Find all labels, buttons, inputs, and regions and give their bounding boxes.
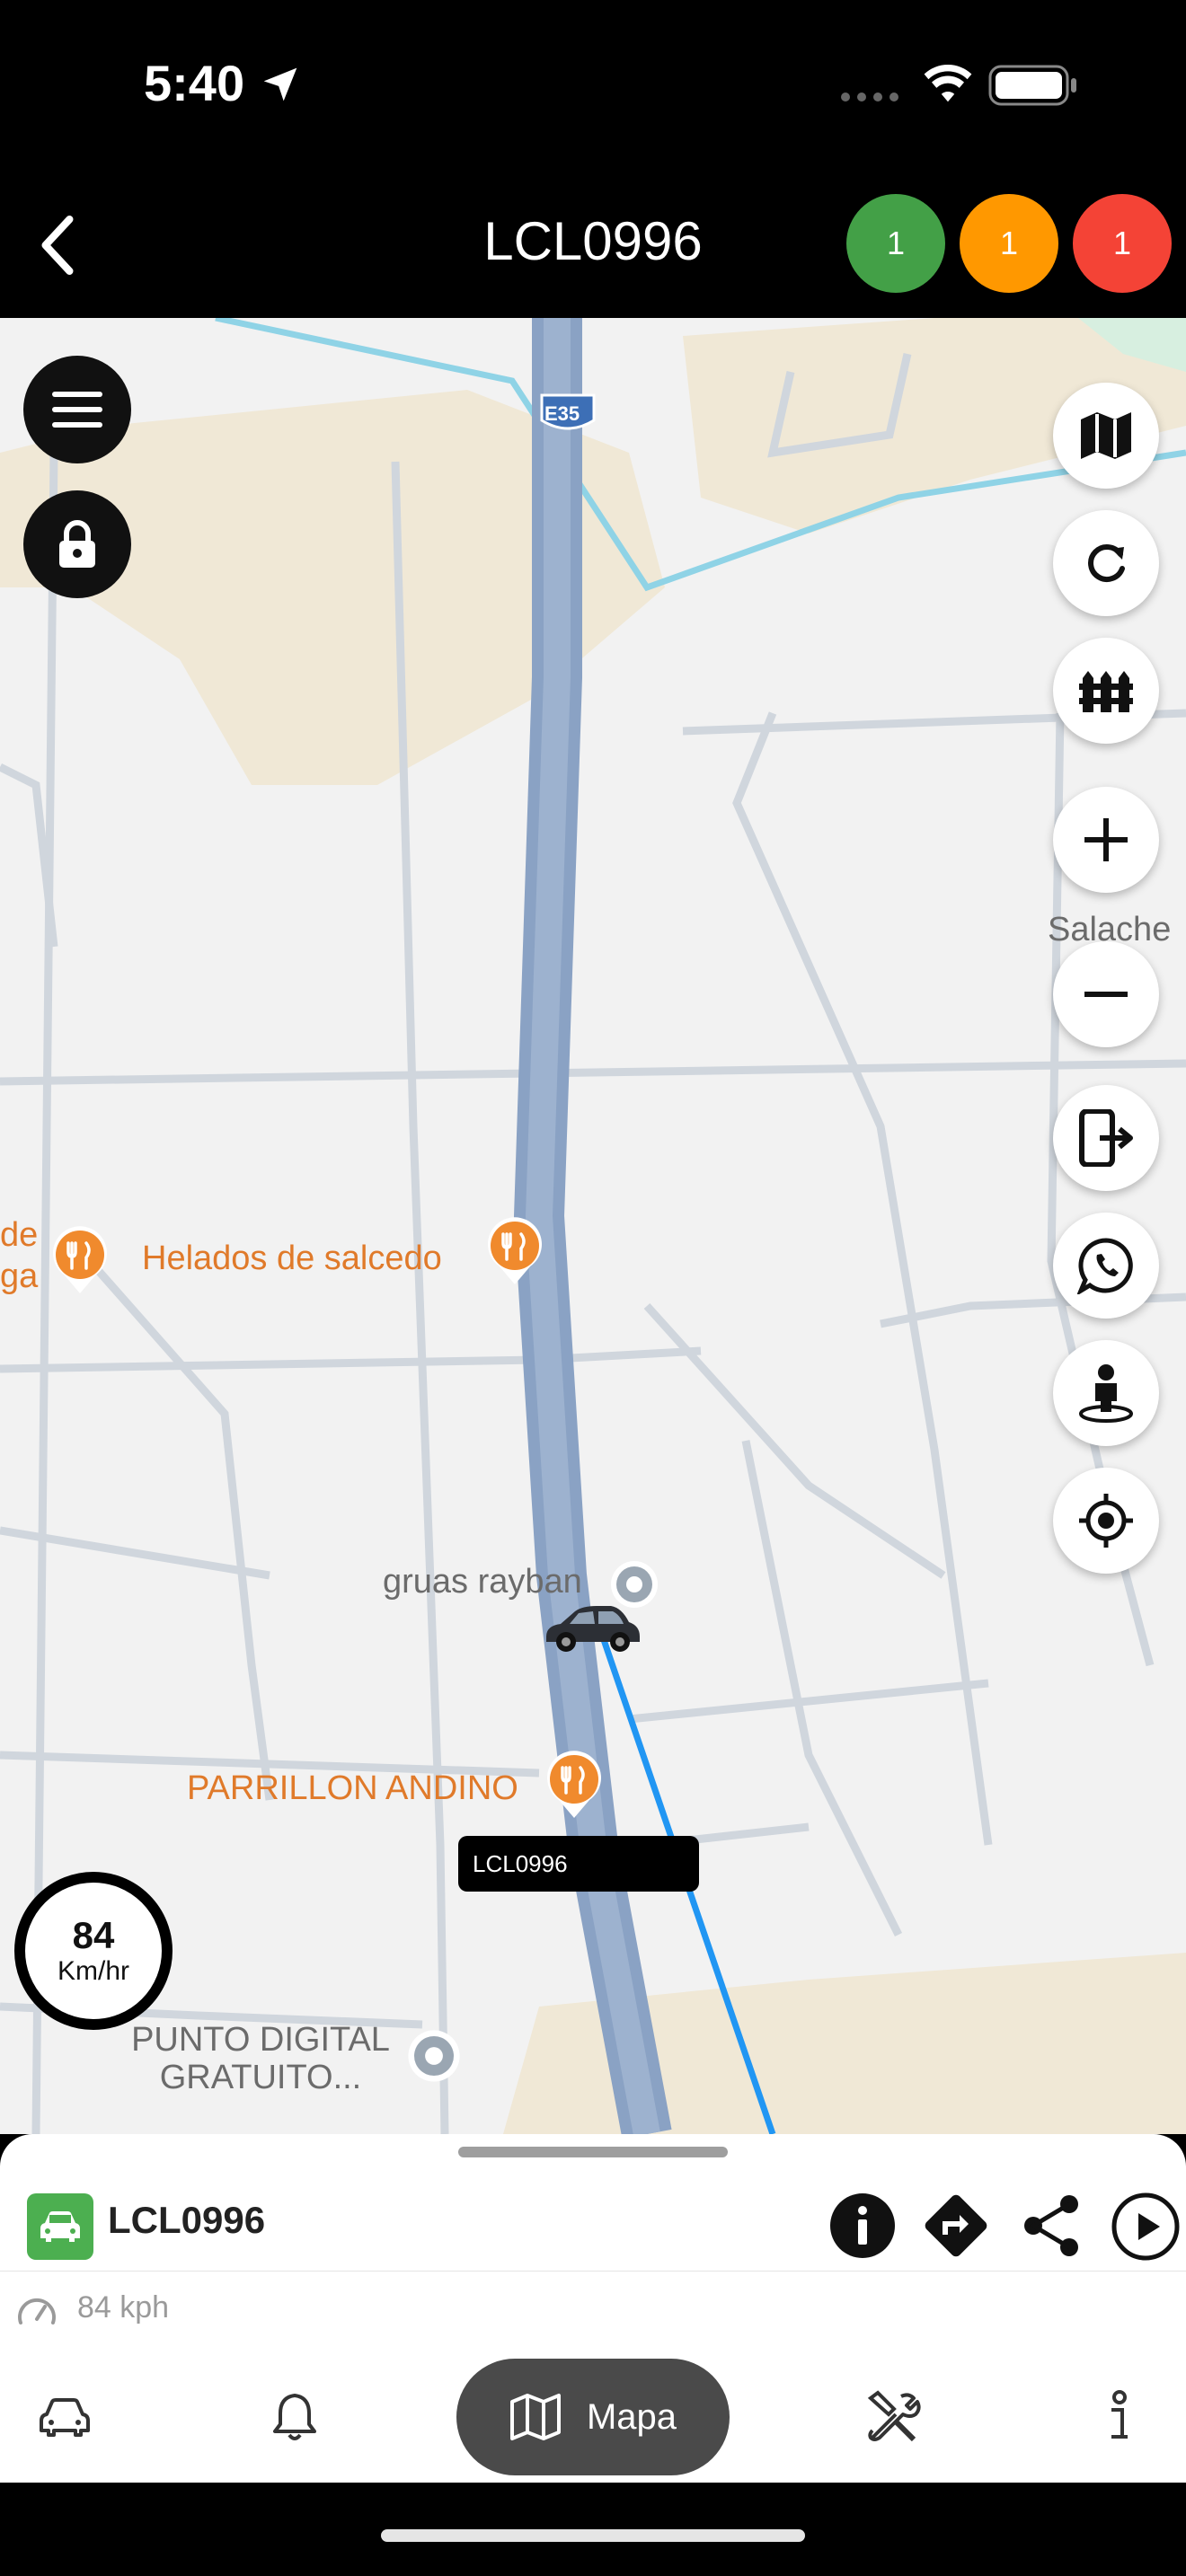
map-outline-icon	[509, 2394, 561, 2440]
top-app-bar: LCL0996 1 1 1	[0, 171, 1186, 318]
lock-button[interactable]	[23, 490, 131, 598]
home-indicator-area	[0, 2483, 1186, 2576]
nav-vehicles[interactable]	[27, 2359, 102, 2475]
map-icon	[1081, 412, 1131, 459]
lock-icon	[59, 520, 95, 568]
map-layers-button[interactable]	[1053, 383, 1159, 489]
poi-label-punto-line2: GRATUITO...	[159, 2059, 362, 2096]
geofence-button[interactable]	[1053, 638, 1159, 744]
wifi-icon	[924, 64, 972, 102]
vehicle-summary-row: LCL0996	[0, 2179, 1186, 2272]
nav-map-label: Mapa	[586, 2396, 677, 2437]
nav-info[interactable]	[1082, 2359, 1157, 2475]
nav-map-active[interactable]: Mapa	[456, 2359, 730, 2475]
speed-unit: Km/hr	[57, 1956, 129, 1986]
directions-icon[interactable]	[920, 2190, 992, 2262]
nav-alerts[interactable]	[257, 2359, 332, 2475]
poi-label-helados: Helados de salcedo	[142, 1239, 442, 1277]
location-arrow-icon	[263, 67, 297, 101]
sheet-drag-handle[interactable]	[458, 2147, 728, 2157]
crosshair-icon	[1079, 1494, 1133, 1548]
poi-label-left-1: de	[0, 1216, 39, 1254]
speed-value: 84	[72, 1914, 115, 1956]
zoom-out-button[interactable]	[1053, 941, 1159, 1047]
vehicle-type-badge	[27, 2193, 93, 2260]
vehicle-plate: LCL0996	[108, 2199, 266, 2241]
poi-label-gruas: gruas rayban	[383, 1563, 582, 1601]
place-pin-icon[interactable]	[404, 2026, 464, 2086]
vehicle-bottom-sheet[interactable]: LCL0996 84 kph Mapa	[0, 2134, 1186, 2483]
poi-label-punto-digital: PUNTO DIGITAL GRATUITO...	[117, 2021, 404, 2096]
nav-tools[interactable]	[855, 2359, 931, 2475]
refresh-button[interactable]	[1053, 510, 1159, 616]
home-indicator[interactable]	[381, 2529, 805, 2542]
restaurant-pin-icon[interactable]	[544, 1750, 604, 1818]
play-history-icon[interactable]	[1111, 2192, 1181, 2262]
tools-icon	[867, 2390, 921, 2442]
status-time: 5:40	[144, 55, 245, 111]
bottom-navigation: Mapa	[0, 2341, 1186, 2483]
info-icon[interactable]	[828, 2192, 897, 2260]
info-letter-icon	[1111, 2390, 1128, 2439]
street-view-button[interactable]	[1053, 1340, 1159, 1446]
plus-icon	[1084, 818, 1128, 861]
battery-icon	[988, 65, 1076, 106]
menu-button[interactable]	[23, 356, 131, 463]
hamburger-menu-icon	[52, 392, 102, 428]
phone-exit-icon	[1079, 1109, 1133, 1167]
poi-label-parrillon: PARRILLON ANDINO	[187, 1769, 518, 1807]
orange-count-badge[interactable]: 1	[960, 194, 1058, 293]
restaurant-pin-icon[interactable]	[50, 1225, 110, 1293]
status-bar: 5:40	[0, 0, 1186, 171]
bell-icon	[273, 2394, 316, 2440]
fence-icon	[1079, 671, 1133, 712]
exit-device-button[interactable]	[1053, 1085, 1159, 1191]
car-outline-icon	[40, 2398, 90, 2437]
minus-icon	[1084, 992, 1128, 997]
refresh-icon	[1088, 544, 1125, 582]
share-icon[interactable]	[1017, 2192, 1085, 2260]
vehicle-label-tag: LCL0996	[458, 1836, 699, 1892]
map-view[interactable]: E35 Salache de ga Helados de salcedo gru…	[0, 318, 1186, 2134]
highway-shield-label: E35	[544, 402, 580, 425]
speed-text: 84 kph	[77, 2290, 170, 2325]
speed-indicator: 84 Km/hr	[14, 1872, 173, 2030]
person-pin-icon	[1079, 1364, 1133, 1423]
car-icon	[40, 2211, 80, 2242]
speedometer-icon	[18, 2298, 56, 2325]
red-count-badge[interactable]: 1	[1073, 194, 1172, 293]
center-location-button[interactable]	[1053, 1468, 1159, 1574]
car-marker-icon[interactable]	[539, 1601, 643, 1656]
poi-label-punto-line1: PUNTO DIGITAL	[131, 2021, 390, 2059]
poi-label-left-2: ga	[0, 1257, 39, 1295]
restaurant-pin-icon[interactable]	[485, 1216, 544, 1284]
whatsapp-button[interactable]	[1053, 1213, 1159, 1319]
zoom-in-button[interactable]	[1053, 787, 1159, 893]
whatsapp-icon	[1077, 1238, 1133, 1294]
cellular-signal-icon	[841, 93, 898, 101]
green-count-badge[interactable]: 1	[846, 194, 945, 293]
